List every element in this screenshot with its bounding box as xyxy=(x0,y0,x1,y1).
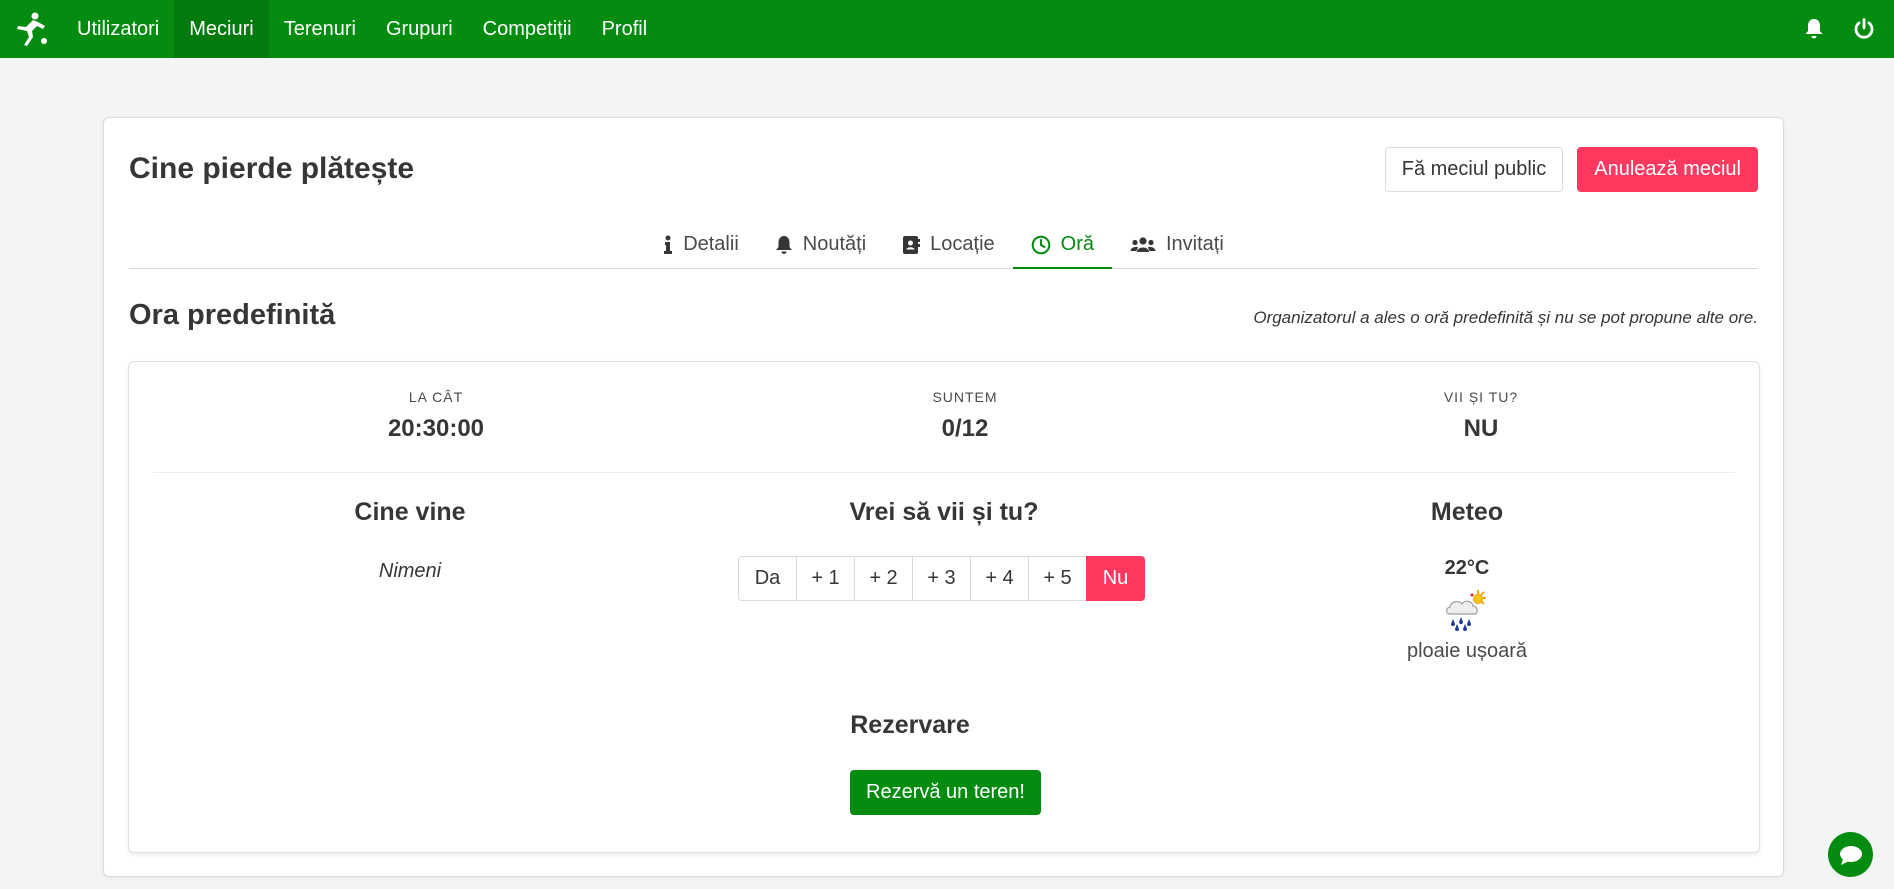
stat-value: 20:30:00 xyxy=(387,415,485,442)
nav-item-grupuri[interactable]: Grupuri xyxy=(371,0,468,58)
section-note: Organizatorul a ales o oră predefinită ș… xyxy=(1253,308,1758,327)
nav-item-profil[interactable]: Profil xyxy=(587,0,663,58)
reserve-field-button[interactable]: Rezervă un teren! xyxy=(850,770,1041,815)
stat-attending: VII ȘI TU? NU xyxy=(1331,389,1631,443)
stat-value: NU xyxy=(1463,415,1499,442)
reservation-title: Rezervare xyxy=(850,711,970,739)
section-title: Ora predefinită xyxy=(129,299,336,331)
match-tabs: Detalii Noutăți Locație Oră Invitați xyxy=(129,222,1758,269)
player-logo-icon[interactable] xyxy=(0,0,62,58)
nav-menu: Utilizatori Meciuri Terenuri Grupuri Com… xyxy=(62,0,662,58)
attend-option-da[interactable]: Da xyxy=(738,556,797,601)
attend-option-plus-2[interactable]: + 2 xyxy=(854,556,913,601)
tab-label: Oră xyxy=(1060,233,1094,255)
stat-players: SUNTEM 0/12 xyxy=(815,389,1115,443)
stat-heading: LA CÂT xyxy=(408,389,464,405)
attend-options: Da + 1 + 2 + 3 + 4 + 5 Nu xyxy=(738,556,1145,601)
tab-detalii[interactable]: Detalii xyxy=(645,222,757,269)
make-public-button[interactable]: Fă meciul public xyxy=(1384,146,1564,192)
weather-description: ploaie ușoară xyxy=(1406,640,1528,662)
match-card: Cine pierde plătește Fă meciul public An… xyxy=(103,117,1784,877)
power-icon[interactable] xyxy=(1850,15,1878,43)
clock-icon xyxy=(1031,235,1051,255)
who-comes-empty: Nimeni xyxy=(378,560,442,582)
bell-icon xyxy=(775,235,793,255)
notifications-bell-icon[interactable] xyxy=(1800,15,1828,43)
stat-time: LA CÂT 20:30:00 xyxy=(286,389,586,443)
match-title: Cine pierde plătește xyxy=(129,152,415,185)
attend-option-plus-3[interactable]: + 3 xyxy=(912,556,971,601)
attend-option-plus-1[interactable]: + 1 xyxy=(796,556,855,601)
attend-title: Vrei să vii și tu? xyxy=(849,498,1039,526)
tab-label: Noutăți xyxy=(802,233,867,255)
time-details-box: LA CÂT 20:30:00 SUNTEM 0/12 VII ȘI TU? N… xyxy=(128,361,1760,853)
weather-panel: 22°C ploaie ușoară xyxy=(1367,557,1567,663)
nav-item-competitii[interactable]: Competiții xyxy=(468,0,587,58)
attend-option-nu[interactable]: Nu xyxy=(1086,556,1145,601)
tab-label: Detalii xyxy=(683,233,739,255)
cancel-match-button[interactable]: Anulează meciul xyxy=(1577,146,1758,192)
weather-title: Meteo xyxy=(1430,498,1504,526)
attend-option-plus-4[interactable]: + 4 xyxy=(970,556,1029,601)
nav-right-actions xyxy=(1800,0,1894,58)
chat-icon[interactable] xyxy=(1828,832,1873,877)
tab-locatie[interactable]: Locație xyxy=(884,222,1013,269)
tab-invitati[interactable]: Invitați xyxy=(1112,222,1242,269)
tab-label: Locație xyxy=(930,233,995,255)
nav-item-terenuri[interactable]: Terenuri xyxy=(269,0,371,58)
stat-heading: SUNTEM xyxy=(932,389,998,405)
tab-ora[interactable]: Oră xyxy=(1012,222,1112,269)
attend-option-plus-5[interactable]: + 5 xyxy=(1028,556,1087,601)
who-comes-title: Cine vine xyxy=(354,498,466,526)
match-actions: Fă meciul public Anulează meciul xyxy=(1384,146,1758,192)
stat-heading: VII ȘI TU? xyxy=(1443,389,1519,405)
users-icon xyxy=(1130,235,1156,255)
weather-temperature: 22°C xyxy=(1444,557,1490,579)
address-book-icon xyxy=(902,235,921,255)
stats-row: LA CÂT 20:30:00 SUNTEM 0/12 VII ȘI TU? N… xyxy=(153,362,1735,473)
nav-item-utilizatori[interactable]: Utilizatori xyxy=(62,0,174,58)
match-header: Cine pierde plătește Fă meciul public An… xyxy=(129,144,1758,194)
tab-noutati[interactable]: Noutăți xyxy=(757,222,884,269)
tab-label: Invitați xyxy=(1165,233,1224,255)
top-navbar: Utilizatori Meciuri Terenuri Grupuri Com… xyxy=(0,0,1894,58)
info-icon xyxy=(663,235,673,255)
light-rain-sun-icon xyxy=(1442,588,1492,632)
stat-value: 0/12 xyxy=(941,415,989,442)
nav-item-meciuri[interactable]: Meciuri xyxy=(174,0,269,58)
